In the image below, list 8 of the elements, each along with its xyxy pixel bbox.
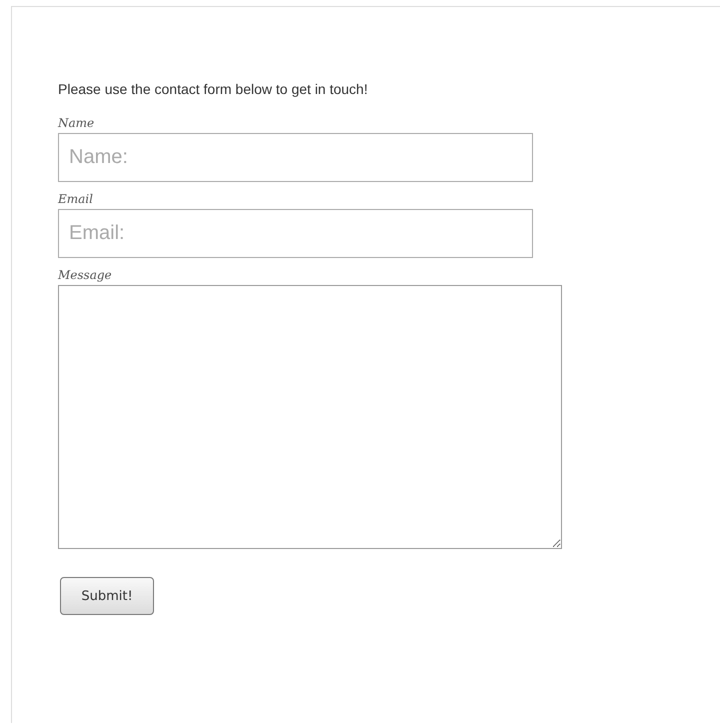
- submit-button[interactable]: Submit!: [60, 577, 154, 615]
- field-label: Email: [58, 192, 93, 207]
- field-label: Message: [58, 268, 112, 283]
- input-field[interactable]: Name:: [58, 133, 533, 182]
- input-field[interactable]: Email:: [58, 209, 533, 258]
- intro-text: Please use the contact form below to get in touch!: [58, 81, 369, 97]
- message-field[interactable]: [58, 285, 562, 549]
- field-label: Name: [58, 116, 94, 131]
